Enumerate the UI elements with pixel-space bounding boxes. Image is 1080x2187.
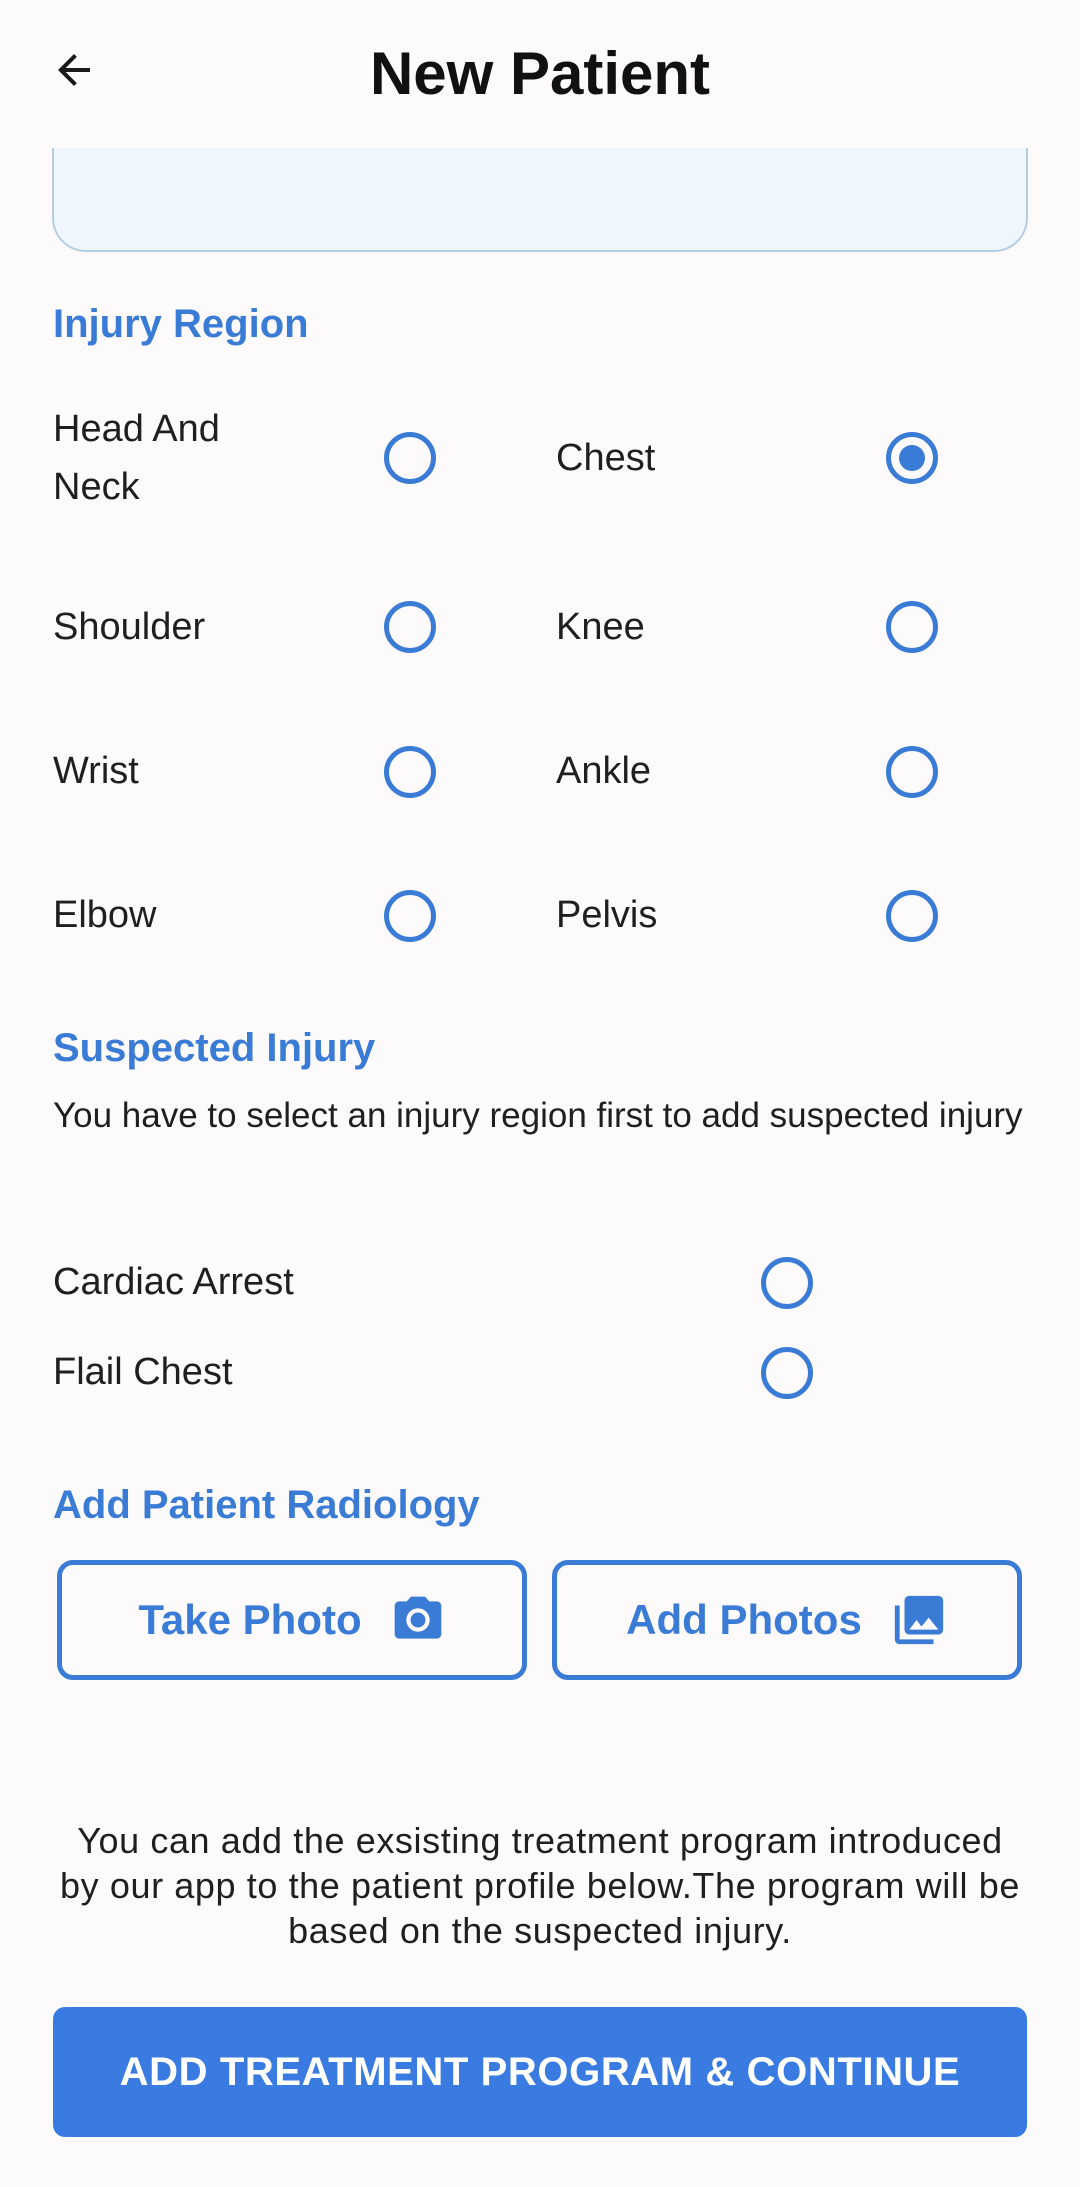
suspected-injury-title: Suspected Injury xyxy=(53,1026,376,1070)
region-label-shoulder: Shoulder xyxy=(53,606,206,648)
injury-radio-cardiac-arrest[interactable] xyxy=(761,1257,813,1309)
suspected-injury-hint: You have to select an injury region firs… xyxy=(53,1096,1023,1135)
injury-label-cardiac-arrest: Cardiac Arrest xyxy=(53,1261,294,1303)
region-label-pelvis: Pelvis xyxy=(556,894,658,936)
add-treatment-program-button[interactable]: ADD TREATMENT PROGRAM & CONTINUE xyxy=(53,2007,1027,2137)
app-bar: New Patient xyxy=(0,0,1080,148)
region-label-knee: Knee xyxy=(556,606,645,648)
add-photos-label: Add Photos xyxy=(626,1596,862,1643)
region-radio-wrist[interactable] xyxy=(384,746,436,798)
region-label-head-and-neck: Head And Neck xyxy=(53,408,220,508)
region-label-ankle: Ankle xyxy=(556,750,652,792)
region-radio-head-and-neck[interactable] xyxy=(384,432,436,484)
region-radio-elbow[interactable] xyxy=(384,890,436,942)
region-radio-ankle[interactable] xyxy=(886,746,938,798)
camera-icon xyxy=(394,1596,441,1639)
photo-library-icon xyxy=(894,1595,943,1645)
add-treatment-program-label: ADD TREATMENT PROGRAM & CONTINUE xyxy=(119,2049,961,2094)
region-radio-pelvis[interactable] xyxy=(886,890,938,942)
injury-radio-flail-chest[interactable] xyxy=(761,1347,813,1399)
region-radio-chest[interactable] xyxy=(886,432,938,484)
region-label-chest: Chest xyxy=(556,437,656,479)
add-photos-button[interactable]: Add Photos xyxy=(552,1560,1022,1680)
region-label-elbow: Elbow xyxy=(53,894,157,936)
treatment-info-text: You can add the exsisting treatment prog… xyxy=(60,1820,1020,1951)
region-radio-knee[interactable] xyxy=(886,601,938,653)
page-title: New Patient xyxy=(369,40,711,107)
take-photo-button[interactable]: Take Photo xyxy=(57,1560,527,1680)
take-photo-label: Take Photo xyxy=(138,1596,362,1643)
injury-region-title: Injury Region xyxy=(53,302,309,346)
new-patient-screen: New Patient Injury Region Head And Neck … xyxy=(0,0,1080,2187)
radiology-title: Add Patient Radiology xyxy=(53,1483,480,1527)
injury-label-flail-chest: Flail Chest xyxy=(53,1351,233,1393)
region-label-wrist: Wrist xyxy=(53,750,139,792)
region-radio-shoulder[interactable] xyxy=(384,601,436,653)
